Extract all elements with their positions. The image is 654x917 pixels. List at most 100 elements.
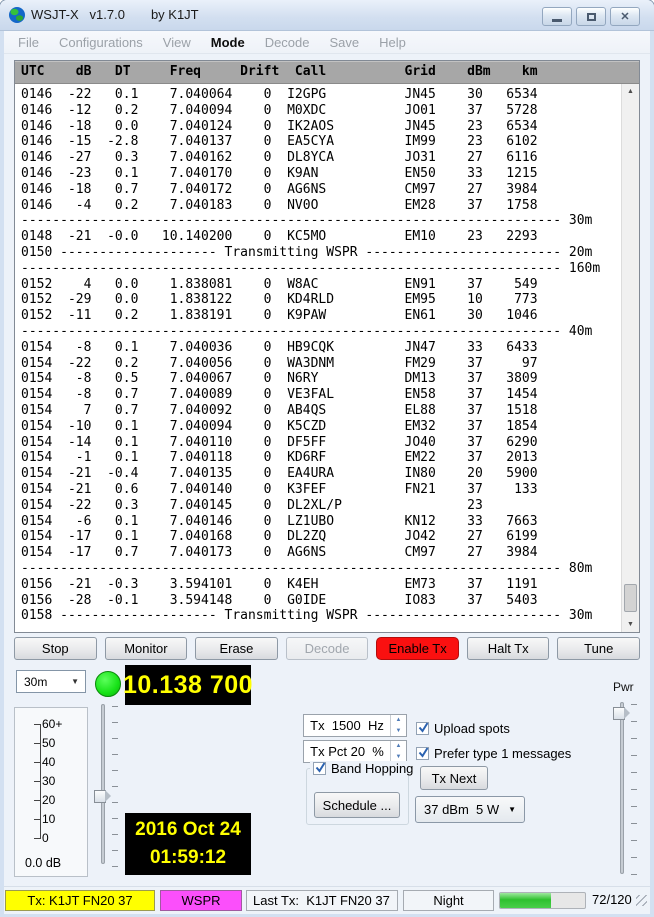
pwr-slider-ticks	[631, 702, 639, 880]
decode-row: 0152 -11 0.2 1.838191 0 K9PAW EN61 30 10…	[21, 308, 622, 324]
decode-rows: 0146 -22 0.1 7.040064 0 I2GPG JN45 30 65…	[15, 84, 622, 632]
slider-tick	[112, 850, 118, 851]
decode-row: 0146 -18 0.0 7.040124 0 IK2AOS JN45 23 6…	[21, 119, 622, 135]
scroll-up-icon[interactable]: ▲	[622, 88, 639, 95]
decode-row: 0156 -21 -0.3 3.594101 0 K4EH EM73 37 11…	[21, 577, 622, 593]
gain-slider-handle[interactable]	[94, 790, 106, 803]
band-select[interactable]: 30m ▼	[16, 670, 86, 693]
gain-slider-track[interactable]	[101, 704, 105, 864]
gain-slider[interactable]	[93, 704, 121, 870]
titlebar[interactable]: WSJT-X v1.7.0by K1JT ✕	[0, 0, 654, 31]
decode-table: UTC dB DT Freq Drift Call Grid dBm km 01…	[14, 60, 640, 633]
slider-tick	[112, 866, 118, 867]
tx-pct-spinner[interactable]: Tx Pct 20 % ▲▼	[303, 740, 407, 763]
menu-item-decode[interactable]: Decode	[255, 32, 320, 53]
slider-tick	[631, 755, 637, 756]
slider-tick	[112, 706, 118, 707]
table-scrollbar[interactable]: ▲ ▼	[621, 84, 639, 632]
status-tx-label: Tx: K1JT FN20 37	[5, 890, 155, 911]
decode-row: ----------------------------------------…	[21, 213, 622, 229]
status-mode-label: WSPR	[160, 890, 242, 911]
client-area: UTC dB DT Freq Drift Call Grid dBm km 01…	[4, 54, 650, 886]
enable-tx-button[interactable]: Enable Tx	[376, 637, 459, 660]
slider-tick	[112, 802, 118, 803]
meter-scale-label: 30	[42, 774, 55, 788]
decode-row: 0146 -23 0.1 7.040170 0 K9AN EN50 33 121…	[21, 166, 622, 182]
menu-item-view[interactable]: View	[153, 32, 201, 53]
schedule-button[interactable]: Schedule ...	[314, 792, 400, 818]
pwr-slider[interactable]	[612, 702, 640, 880]
prefer-type1-label: Prefer type 1 messages	[434, 746, 571, 761]
tx-freq-value: Tx 1500 Hz	[304, 718, 390, 733]
statusbar: Tx: K1JT FN20 37 WSPR Last Tx: K1JT FN20…	[4, 886, 650, 914]
meter-scale-label: 60+	[42, 717, 62, 731]
band-hopping-checkbox[interactable]: Band Hopping	[310, 761, 416, 776]
decode-row: 0154 -8 0.1 7.040036 0 HB9CQK JN47 33 64…	[21, 340, 622, 356]
meter-tick	[34, 819, 40, 820]
slider-tick	[631, 772, 637, 773]
spinner-down-icon[interactable]: ▼	[391, 726, 406, 737]
minimize-button[interactable]	[542, 7, 572, 26]
status-daynight: Night	[403, 890, 494, 911]
decode-row: 0154 -22 0.3 7.040145 0 DL2XL/P 23	[21, 498, 622, 514]
decode-row: 0154 -22 0.2 7.040056 0 WA3DNM FM29 37 9…	[21, 356, 622, 372]
progress-fill	[500, 893, 551, 908]
erase-button[interactable]: Erase	[195, 637, 278, 660]
stop-button[interactable]: Stop	[14, 637, 97, 660]
scroll-thumb[interactable]	[624, 584, 637, 612]
slider-tick	[631, 789, 637, 790]
level-meter: 60+50403020100 0.0 dB	[14, 707, 88, 877]
checkbox-check-icon	[314, 761, 327, 774]
window-title: WSJT-X v1.7.0by K1JT	[31, 7, 199, 22]
power-select[interactable]: 37 dBm 5 W ▼	[415, 796, 525, 823]
monitor-button[interactable]: Monitor	[105, 637, 188, 660]
scroll-down-icon[interactable]: ▼	[622, 621, 639, 628]
resize-grip[interactable]	[636, 895, 647, 906]
slider-tick	[112, 818, 118, 819]
tx-freq-spinner[interactable]: Tx 1500 Hz ▲▼	[303, 714, 407, 737]
decode-row: 0146 -27 0.3 7.040162 0 DL8YCA JO31 27 6…	[21, 150, 622, 166]
progress-text: 72/120	[592, 892, 632, 907]
decode-row: 0154 -17 0.7 7.040173 0 AG6NS CM97 27 39…	[21, 545, 622, 561]
status-last-tx: Last Tx: K1JT FN20 37	[246, 890, 398, 911]
meter-tick	[34, 743, 40, 744]
decode-row: 0146 -12 0.2 7.040094 0 M0XDC JO01 37 57…	[21, 103, 622, 119]
spinner-up-icon[interactable]: ▲	[391, 741, 406, 752]
slider-tick	[112, 834, 118, 835]
menu-item-configurations[interactable]: Configurations	[49, 32, 153, 53]
band-status-indicator	[95, 671, 121, 697]
slider-tick	[631, 823, 637, 824]
menu-item-mode[interactable]: Mode	[201, 32, 255, 53]
halt-tx-button[interactable]: Halt Tx	[467, 637, 550, 660]
decode-row: 0154 -21 0.6 7.040140 0 K3FEF FN21 37 13…	[21, 482, 622, 498]
clock-date: 2016 Oct 24	[135, 816, 241, 844]
meter-tick	[34, 800, 40, 801]
slider-tick	[631, 857, 637, 858]
decode-row: 0154 -6 0.1 7.040146 0 LZ1UBO KN12 33 76…	[21, 514, 622, 530]
close-button[interactable]: ✕	[610, 7, 640, 26]
decode-row: 0156 -28 -0.1 3.594148 0 G0IDE IO83 37 5…	[21, 593, 622, 609]
upload-spots-checkbox[interactable]: Upload spots	[416, 721, 510, 736]
decode-button[interactable]: Decode	[286, 637, 369, 660]
menu-item-save[interactable]: Save	[320, 32, 370, 53]
pwr-slider-handle[interactable]	[613, 707, 625, 720]
chevron-down-icon: ▼	[71, 677, 79, 686]
pwr-slider-track[interactable]	[620, 702, 624, 874]
decode-row: 0154 -8 0.5 7.040067 0 N6RY DM13 37 3809	[21, 371, 622, 387]
checkbox-check-icon	[417, 746, 430, 759]
maximize-button[interactable]	[576, 7, 606, 26]
minimize-icon	[552, 19, 562, 22]
decode-row: 0154 -21 -0.4 7.040135 0 EA4URA IN80 20 …	[21, 466, 622, 482]
tx-next-button[interactable]: Tx Next	[420, 766, 488, 790]
decode-row: ----------------------------------------…	[21, 561, 622, 577]
spinner-up-icon[interactable]: ▲	[391, 715, 406, 726]
menu-item-file[interactable]: File	[8, 32, 49, 53]
slider-tick	[112, 754, 118, 755]
menu-item-help[interactable]: Help	[369, 32, 416, 53]
chevron-down-icon: ▼	[508, 805, 516, 814]
prefer-type1-checkbox[interactable]: Prefer type 1 messages	[416, 746, 571, 761]
slider-tick	[631, 840, 637, 841]
maximize-icon	[587, 13, 596, 21]
tune-button[interactable]: Tune	[557, 637, 640, 660]
app-icon	[9, 7, 25, 23]
